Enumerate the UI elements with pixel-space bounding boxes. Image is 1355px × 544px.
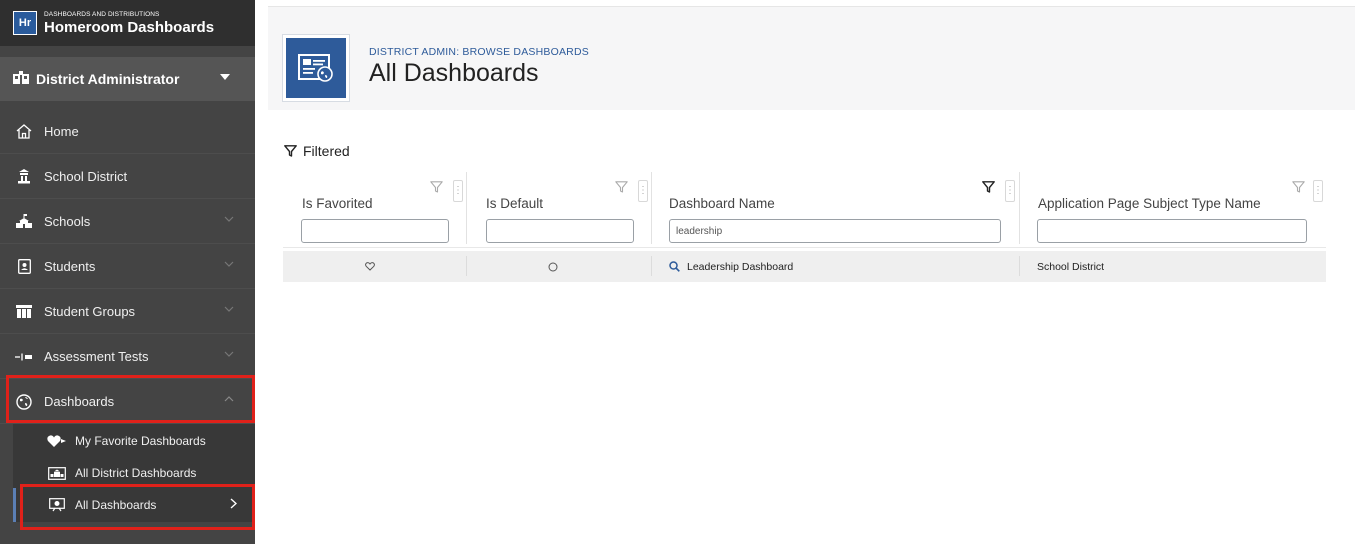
brand-logo: Hr xyxy=(13,11,37,35)
sidebar-item-school-district[interactable]: School District xyxy=(0,155,255,199)
student-badge-icon xyxy=(14,259,34,275)
assessment-icon xyxy=(14,349,34,365)
subnav-label: All District Dashboards xyxy=(75,466,197,480)
dashboard-name: Leadership Dashboard xyxy=(687,260,794,273)
filtered-indicator: Filtered xyxy=(284,143,350,159)
district-dashboard-icon xyxy=(47,466,67,480)
column-header-is-default[interactable]: Is Default ⋮ xyxy=(467,172,651,216)
page-title: All Dashboards xyxy=(369,59,539,87)
sidebar-item-label: School District xyxy=(44,169,128,184)
sidebar-item-label: Students xyxy=(44,259,96,274)
column-label: Dashboard Name xyxy=(669,196,775,211)
column-filter-active-icon[interactable] xyxy=(982,180,995,193)
column-header-subject-type[interactable]: Application Page Subject Type Name ⋮ xyxy=(1020,172,1326,216)
role-selector[interactable]: District Administrator xyxy=(0,57,255,101)
sidebar-item-label: Home xyxy=(44,124,79,139)
filter-input-subject-type[interactable] xyxy=(1037,219,1307,243)
search-icon[interactable] xyxy=(669,261,680,272)
table-row[interactable]: Leadership Dashboard School District xyxy=(283,251,1326,282)
column-filter-icon[interactable] xyxy=(615,180,628,193)
chevron-down-icon xyxy=(224,259,234,269)
column-menu-icon[interactable]: ⋮ xyxy=(453,180,463,202)
cell-divider xyxy=(651,256,652,276)
column-header-dashboard-name[interactable]: Dashboard Name ⋮ xyxy=(652,172,1019,216)
column-label: Application Page Subject Type Name xyxy=(1038,196,1261,211)
sidebar-item-label: Student Groups xyxy=(44,304,136,319)
sidebar: Hr DASHBOARDS AND DISTRIBUTIONS Homeroom… xyxy=(0,0,255,544)
column-label: Is Default xyxy=(486,196,544,211)
filter-input-is-favorited[interactable] xyxy=(301,219,449,243)
sidebar-item-student-groups[interactable]: Student Groups xyxy=(0,290,255,334)
brand-subtitle: DASHBOARDS AND DISTRIBUTIONS xyxy=(44,10,160,18)
highlight-all-dashboards xyxy=(20,484,255,530)
sidebar-item-label: Schools xyxy=(44,214,91,229)
caret-down-icon xyxy=(220,71,230,83)
student-groups-icon xyxy=(14,304,34,320)
filter-icon xyxy=(284,145,297,157)
page-header: DISTRICT ADMIN: BROWSE DASHBOARDS All Da… xyxy=(268,6,1355,110)
chevron-down-icon xyxy=(224,349,234,359)
subnav-label: My Favorite Dashboards xyxy=(75,434,206,448)
dashboard-page-icon xyxy=(283,35,349,101)
column-menu-icon[interactable]: ⋮ xyxy=(1313,180,1323,202)
grid-divider xyxy=(283,247,1326,248)
role-label: District Administrator xyxy=(36,71,180,87)
sidebar-item-students[interactable]: Students xyxy=(0,245,255,289)
favorite-dashboard-icon xyxy=(47,434,67,448)
sidebar-item-label: Assessment Tests xyxy=(44,349,149,364)
sidebar-item-home[interactable]: Home xyxy=(0,110,255,154)
chevron-down-icon xyxy=(224,304,234,314)
home-icon xyxy=(14,124,34,140)
cell-divider xyxy=(1019,256,1020,276)
dashboard-name-cell[interactable]: Leadership Dashboard xyxy=(669,251,793,282)
filter-input-dashboard-name[interactable]: leadership xyxy=(669,219,1001,243)
filtered-label: Filtered xyxy=(303,143,350,159)
highlight-dashboards xyxy=(6,375,255,423)
favorite-heart-icon[interactable] xyxy=(365,251,375,282)
brand-title: Homeroom Dashboards xyxy=(44,18,215,36)
sidebar-item-schools[interactable]: Schools xyxy=(0,200,255,244)
school-icon xyxy=(14,214,34,230)
app-root: Hr DASHBOARDS AND DISTRIBUTIONS Homeroom… xyxy=(0,0,1355,544)
brand-header[interactable]: Hr DASHBOARDS AND DISTRIBUTIONS Homeroom… xyxy=(0,0,255,46)
column-filter-icon[interactable] xyxy=(430,180,443,193)
filter-input-is-default[interactable] xyxy=(486,219,634,243)
column-menu-icon[interactable]: ⋮ xyxy=(1005,180,1015,202)
column-label: Is Favorited xyxy=(302,196,373,211)
column-header-is-favorited[interactable]: Is Favorited ⋮ xyxy=(283,172,466,216)
column-menu-icon[interactable]: ⋮ xyxy=(638,180,648,202)
breadcrumb[interactable]: DISTRICT ADMIN: BROWSE DASHBOARDS xyxy=(369,46,589,58)
district-admin-icon xyxy=(12,70,30,88)
subnav-my-favorite-dashboards[interactable]: My Favorite Dashboards xyxy=(13,424,255,458)
sidebar-item-assessment-tests[interactable]: Assessment Tests xyxy=(0,335,255,379)
column-filter-icon[interactable] xyxy=(1292,180,1305,193)
subject-type-cell: School District xyxy=(1037,260,1105,273)
school-district-icon xyxy=(14,169,34,185)
chevron-down-icon xyxy=(224,214,234,224)
default-radio-icon[interactable] xyxy=(548,251,558,282)
cell-divider xyxy=(466,256,467,276)
